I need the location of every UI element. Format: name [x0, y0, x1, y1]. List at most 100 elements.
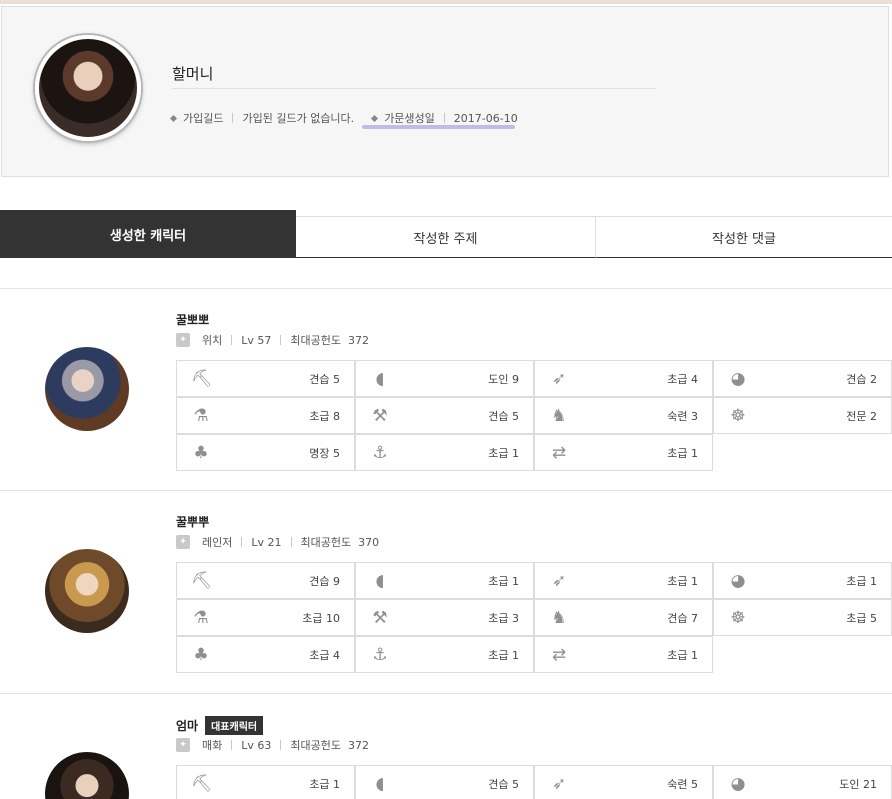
life-skill-value: 견습 2: [846, 372, 877, 386]
life-skill-cell: ⇄ 초급 1: [534, 636, 713, 673]
level-prefix: Lv: [241, 738, 254, 752]
character-name-text: 꿀뽀뽀: [176, 313, 210, 327]
fishing-icon: ◖: [375, 368, 385, 389]
character-avatar[interactable]: [45, 347, 129, 431]
character-name-text: 꿀뿌뿌: [176, 515, 210, 529]
character-avatar[interactable]: [45, 549, 129, 633]
alchemy-icon: ⚗: [193, 607, 209, 628]
character-class: 매화: [202, 739, 223, 752]
class-icon: ✦: [176, 333, 190, 347]
life-skill-value: 초급 4: [667, 372, 698, 386]
processing-icon: ⚒: [372, 405, 388, 426]
character-contribution: 370: [358, 535, 380, 549]
training-icon: ♞: [551, 607, 567, 628]
life-skill-value: 도인 9: [488, 372, 519, 386]
trading-icon: ☸: [730, 607, 746, 628]
life-skill-cell: ◖ 초급 1: [355, 562, 534, 599]
founded-date: 2017-06-10: [453, 111, 518, 125]
hunting-icon: ➶: [551, 570, 567, 591]
life-skill-cell: ◕ 견습 2: [713, 360, 892, 397]
life-skill-cell: ⚓ 초급 1: [355, 434, 534, 471]
hunting-icon: ➶: [551, 368, 567, 389]
character-level: 21: [267, 535, 282, 549]
character-info: ✦ 위치 Lv 57 최대공헌도 372: [176, 332, 369, 348]
class-icon: ✦: [176, 535, 190, 549]
farming-icon: ♣: [193, 442, 209, 463]
character-contribution: 372: [348, 333, 369, 347]
life-skill-cell: ⛏ 견습 5: [176, 360, 355, 397]
cooking-icon: ◕: [730, 368, 746, 389]
cooking-icon: ◕: [730, 570, 746, 591]
life-skill-value: 초급 1: [667, 446, 698, 460]
life-skill-value: 견습 7: [667, 611, 698, 625]
separator: [443, 113, 445, 123]
life-skill-value: 전문 2: [846, 409, 877, 423]
life-skill-value: 초급 10: [302, 611, 340, 625]
class-icon: ✦: [176, 738, 190, 752]
life-skill-value: 견습 9: [309, 574, 340, 588]
life-skill-cell: ☸ 전문 2: [713, 397, 892, 434]
life-skill-value: 초급 1: [667, 574, 698, 588]
profile-avatar: [35, 35, 141, 141]
life-skill-cell: ⚒ 초급 3: [355, 599, 534, 636]
character-avatar[interactable]: [45, 752, 129, 799]
profile-meta-row: 가입길드 가입된 길드가 없습니다. 가문생성일 2017-06-10: [169, 110, 518, 126]
life-skill-value: 명장 5: [309, 446, 340, 460]
life-skill-cell: ⇄ 초급 1: [534, 434, 713, 471]
guild-value: 가입된 길드가 없습니다.: [242, 112, 355, 125]
character-section: 꿀뽀뽀 ✦ 위치 Lv 57 최대공헌도 372 ⛏ 견습 5 ◖ 도인 9 ➶ 초급 4 ◕ 견습 2…: [0, 288, 892, 490]
separator: [290, 537, 292, 547]
character-contribution: 372: [348, 738, 369, 752]
character-name: 꿀뿌뿌: [176, 513, 209, 530]
profile-divider: [172, 88, 656, 89]
separator: [280, 335, 282, 345]
tab-created-characters[interactable]: 생성한 캐릭터: [0, 210, 296, 258]
life-skill-value: 초급 8: [309, 409, 340, 423]
fishing-icon: ◖: [375, 570, 385, 591]
life-skill-cell: ◖ 견습 5: [355, 765, 534, 799]
life-skill-cell: ➶ 숙련 5: [534, 765, 713, 799]
alchemy-icon: ⚗: [193, 405, 209, 426]
character-name: 꿀뽀뽀: [176, 311, 209, 328]
character-info: ✦ 레인저 Lv 21 최대공헌도 370: [176, 534, 379, 550]
life-skill-cell: ⛏ 견습 9: [176, 562, 355, 599]
life-skill-value: 초급 5: [846, 611, 877, 625]
level-prefix: Lv: [251, 535, 265, 549]
founded-label: 가문생성일: [384, 112, 435, 125]
farming-icon: ♣: [193, 644, 209, 665]
life-skill-cell: ⚗ 초급 10: [176, 599, 355, 636]
profile-tabs: 생성한 캐릭터 작성한 주제 작성한 댓글: [0, 210, 892, 258]
bullet-icon: [371, 114, 379, 122]
life-skill-cell: ⛏ 초급 1: [176, 765, 355, 799]
life-skill-cell: ⚒ 견습 5: [355, 397, 534, 434]
gathering-icon: ⛏: [191, 773, 213, 794]
life-skill-cell: ➶ 초급 1: [534, 562, 713, 599]
hunting-icon: ➶: [551, 773, 567, 794]
life-skill-cell: ♣ 명장 5: [176, 434, 355, 471]
life-skill-value: 초급 1: [309, 777, 340, 791]
life-skill-value: 초급 1: [488, 648, 519, 662]
separator: [231, 740, 233, 750]
tab-written-comments[interactable]: 작성한 댓글: [595, 216, 892, 258]
life-skill-cell: ◕ 도인 21: [713, 765, 892, 799]
character-class: 위치: [202, 334, 223, 347]
character-name-text: 엄마: [176, 719, 199, 733]
life-skill-value: 숙련 3: [667, 409, 698, 423]
separator: [241, 537, 243, 547]
character-info: ✦ 매화 Lv 63 최대공헌도 372: [176, 737, 369, 753]
life-skill-cell: ◕ 초급 1: [713, 562, 892, 599]
contribution-label: 최대공헌도: [290, 739, 341, 752]
life-skill-value: 숙련 5: [667, 777, 698, 791]
tab-written-topics[interactable]: 작성한 주제: [296, 216, 595, 258]
contribution-label: 최대공헌도: [290, 334, 341, 347]
family-profile-card: 할머니 가입길드 가입된 길드가 없습니다. 가문생성일 2017-06-10: [1, 6, 889, 177]
training-icon: ♞: [551, 405, 567, 426]
separator: [232, 113, 234, 123]
life-skill-value: 도인 21: [839, 777, 877, 791]
character-section: 꿀뿌뿌 ✦ 레인저 Lv 21 최대공헌도 370 ⛏ 견습 9 ◖ 초급 1 ➶ 초급 1 ◕ 초급 …: [0, 490, 892, 692]
life-skill-value: 초급 3: [488, 611, 519, 625]
character-section: 엄마 대표캐릭터 ✦ 매화 Lv 63 최대공헌도 372 ⛏ 초급 1 ◖ 견습 5 ➶ 숙련 5 ◕…: [0, 693, 892, 799]
family-name: 할머니: [172, 65, 214, 83]
representative-badge: 대표캐릭터: [205, 716, 264, 735]
life-skill-cell: ⚗ 초급 8: [176, 397, 355, 434]
